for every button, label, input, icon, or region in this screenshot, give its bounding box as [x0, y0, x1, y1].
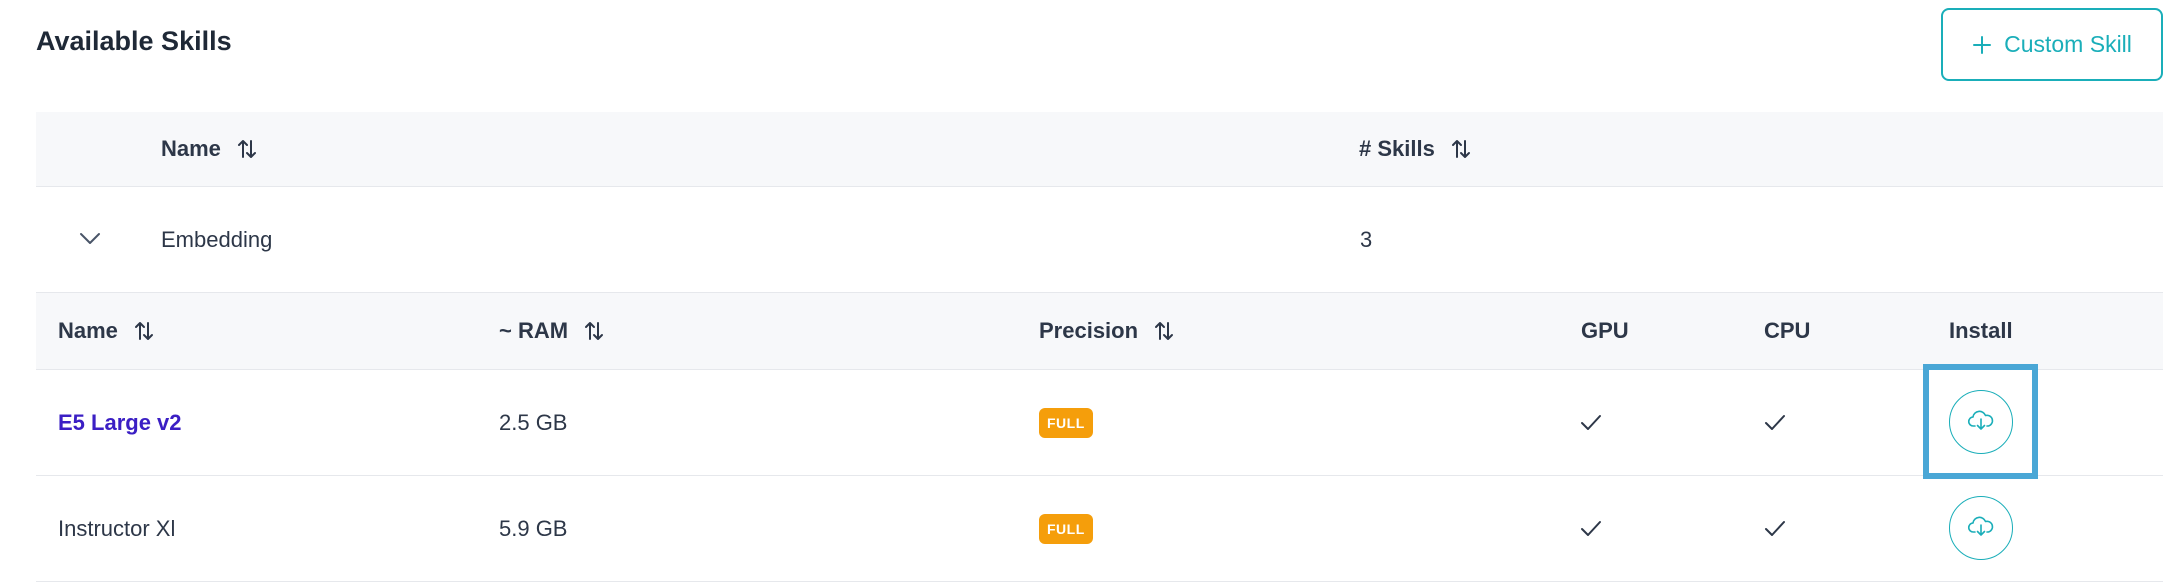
- table-row: E5 Large v2 2.5 GB FULL: [36, 370, 2163, 476]
- precision-badge: FULL: [1039, 370, 1093, 475]
- precision-badge-label: FULL: [1039, 513, 1093, 544]
- column-header-install: Install: [1949, 293, 2013, 369]
- sort-arrows-icon[interactable]: [1449, 137, 1473, 161]
- chevron-down-icon[interactable]: [76, 225, 104, 253]
- skill-ram: 2.5 GB: [499, 409, 568, 435]
- column-header-precision[interactable]: Precision: [1039, 293, 1176, 369]
- skill-name[interactable]: E5 Large v2: [58, 410, 182, 436]
- skill-ram: 5.9 GB: [499, 515, 568, 541]
- custom-skill-button[interactable]: Custom Skill: [1941, 8, 2163, 81]
- cloud-download-icon: [1967, 514, 1995, 543]
- skill-name-link[interactable]: E5 Large v2: [58, 370, 182, 475]
- column-header-label: CPU: [1764, 318, 1811, 343]
- skills-group-table: Name # Skills Embedding 3 Name ~ RAM Pre…: [36, 112, 2163, 582]
- custom-skill-label: Custom Skill: [2004, 31, 2132, 57]
- sort-arrows-icon[interactable]: [1152, 319, 1176, 343]
- column-header-label: ~ RAM: [499, 318, 569, 343]
- group-row-embedding[interactable]: Embedding 3: [36, 187, 2163, 293]
- column-header-label: # Skills: [1359, 136, 1435, 161]
- check-icon: [1580, 370, 1602, 475]
- skill-name: Instructor Xl: [58, 515, 176, 541]
- check-icon: [1764, 476, 1786, 581]
- column-header-label: Precision: [1039, 318, 1139, 343]
- plus-icon: [1972, 35, 1992, 55]
- install-button[interactable]: [1949, 390, 2013, 454]
- group-table-header: Name # Skills: [36, 112, 2163, 187]
- column-header-name[interactable]: Name: [58, 293, 156, 369]
- column-header-cpu: CPU: [1764, 293, 1810, 369]
- install-button[interactable]: [1949, 496, 2013, 560]
- column-header-name[interactable]: Name: [161, 112, 259, 186]
- column-header-label: Install: [1949, 318, 2013, 343]
- cloud-download-icon: [1967, 408, 1995, 437]
- check-icon: [1580, 476, 1602, 581]
- column-header-label: Name: [58, 318, 118, 343]
- column-header-gpu: GPU: [1581, 293, 1629, 369]
- sort-arrows-icon[interactable]: [582, 319, 606, 343]
- skills-table-header: Name ~ RAM Precision GPU CPU Install: [36, 293, 2163, 370]
- group-skills-count: 3: [1360, 226, 1373, 252]
- sort-arrows-icon[interactable]: [235, 137, 259, 161]
- column-header-skills-count[interactable]: # Skills: [1359, 112, 1473, 186]
- column-header-label: Name: [161, 136, 221, 161]
- group-name: Embedding: [161, 226, 273, 252]
- precision-badge-label: FULL: [1039, 407, 1093, 438]
- column-header-ram[interactable]: ~ RAM: [499, 293, 606, 369]
- sort-arrows-icon[interactable]: [132, 319, 156, 343]
- check-icon: [1764, 370, 1786, 475]
- table-row: Instructor Xl 5.9 GB FULL: [36, 476, 2163, 582]
- column-header-label: GPU: [1581, 318, 1629, 343]
- page-title: Available Skills: [36, 26, 232, 56]
- precision-badge: FULL: [1039, 476, 1093, 581]
